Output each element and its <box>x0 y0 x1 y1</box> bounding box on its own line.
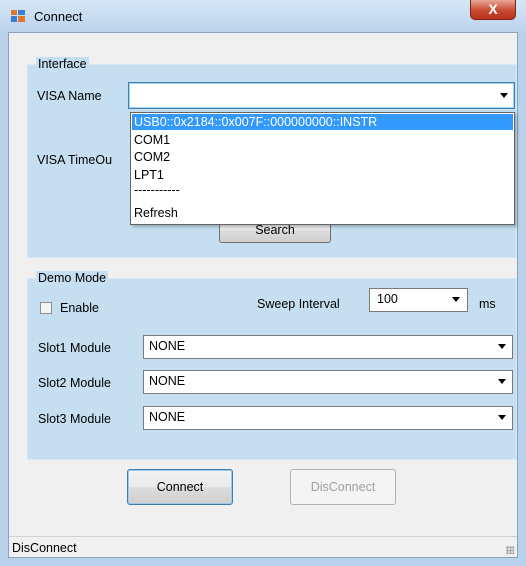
enable-checkbox[interactable] <box>40 302 52 314</box>
dropdown-option[interactable]: USB0::0x2184::0x007F::000000000::INSTR <box>132 114 513 130</box>
visa-name-dropdown-list[interactable]: USB0::0x2184::0x007F::000000000::INSTR C… <box>130 112 515 225</box>
close-icon: X <box>488 1 498 17</box>
chevron-down-icon <box>500 93 508 98</box>
connect-button-label: Connect <box>156 480 204 494</box>
dropdown-separator[interactable]: ----------- <box>132 184 513 200</box>
slot3-module-value: NONE <box>149 410 186 424</box>
slot2-module-value: NONE <box>149 374 186 388</box>
chevron-down-icon <box>498 379 506 384</box>
window-title: Connect <box>34 9 83 24</box>
slot1-module-combobox[interactable]: NONE <box>143 335 513 359</box>
app-window-icon <box>11 10 25 22</box>
dropdown-option[interactable]: COM2 <box>132 149 513 165</box>
close-button[interactable]: X <box>470 0 516 20</box>
slot3-module-label: Slot3 Module <box>38 412 111 426</box>
chevron-down-icon <box>452 297 460 302</box>
slot2-module-combobox[interactable]: NONE <box>143 370 513 394</box>
interface-group-caption: Interface <box>36 57 89 71</box>
search-button-label: Search <box>255 223 295 237</box>
visa-name-combobox[interactable] <box>128 82 515 109</box>
sweep-interval-value: 100 <box>377 292 398 306</box>
dropdown-option[interactable]: Refresh <box>132 205 513 221</box>
status-text: DisConnect <box>12 541 77 555</box>
slot2-module-label: Slot2 Module <box>38 376 111 390</box>
slot3-module-combobox[interactable]: NONE <box>143 406 513 430</box>
slot1-module-label: Slot1 Module <box>38 341 111 355</box>
connect-button[interactable]: Connect <box>127 469 233 505</box>
status-bar: DisConnect <box>9 536 517 557</box>
chevron-down-icon <box>498 344 506 349</box>
chevron-down-icon <box>498 415 506 420</box>
visa-timeout-label: VISA TimeOu <box>37 153 113 167</box>
sweep-interval-label: Sweep Interval <box>257 297 340 311</box>
title-bar: Connect X <box>0 0 526 32</box>
dropdown-option[interactable]: LPT1 <box>132 167 513 183</box>
sweep-unit-label: ms <box>479 297 496 311</box>
slot1-module-value: NONE <box>149 339 186 353</box>
sweep-interval-combobox[interactable]: 100 <box>369 288 468 312</box>
demo-mode-group-caption: Demo Mode <box>36 271 109 285</box>
disconnect-button-label: DisConnect <box>310 480 376 494</box>
dropdown-option[interactable]: COM1 <box>132 132 513 148</box>
resize-grip-icon[interactable] <box>506 546 514 554</box>
disconnect-button[interactable]: DisConnect <box>290 469 396 505</box>
enable-label: Enable <box>60 301 99 315</box>
visa-name-label: VISA Name <box>37 89 102 103</box>
